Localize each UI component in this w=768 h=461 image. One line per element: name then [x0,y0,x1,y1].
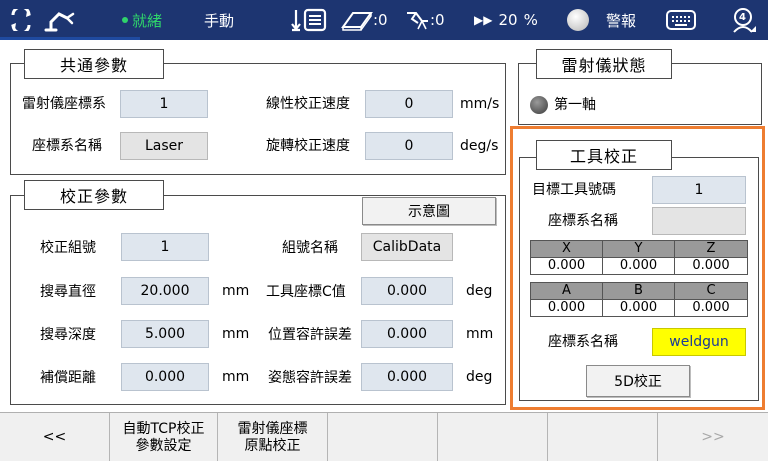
group-name-label: 組號名稱 [282,240,338,256]
tool-calib-title: 工具校正 [536,140,672,170]
empty-softkey-4[interactable] [328,413,438,461]
user-frame-indicator[interactable]: :0 [341,0,388,40]
linear-speed-label: 線性校正速度 [266,96,350,112]
xyz-table: X Y Z 0.000 0.000 0.000 [530,240,748,275]
pose-tol-label: 姿態容許誤差 [268,370,352,386]
tool-c-label: 工具座標C值 [266,284,346,300]
common-params-title: 共通參數 [24,49,164,79]
user-frame-icon [341,12,373,31]
b-header: B [603,283,675,300]
c-value: 0.000 [675,300,747,316]
main-content: 共通參數 雷射儀座標系 1 線性校正速度 0 mm/s 座標系名稱 Laser … [0,40,768,412]
result-frame-field[interactable]: weldgun [652,328,746,356]
group-name-field[interactable]: CalibData [361,233,453,261]
speed-indicator[interactable]: ▶▶ 20 % [474,0,538,40]
linear-speed-unit: mm/s [460,96,500,112]
tool-frame-value: :0 [430,11,445,29]
bottom-toolbar: << 自動TCP校正 參數設定 雷射儀座標 原點校正 >> [0,412,768,461]
pos-tol-label: 位置容許誤差 [268,327,352,343]
search-dia-label: 搜尋直徑 [40,284,96,300]
y-value: 0.000 [603,258,675,274]
b-value: 0.000 [603,300,675,316]
user-badge-count: 4 [739,12,746,23]
linear-speed-field[interactable]: 0 [365,90,453,118]
speed-unit: % [523,11,538,29]
group-no-field[interactable]: 1 [121,233,209,261]
c-header: C [675,283,747,300]
laser-frame-field[interactable]: 1 [120,90,208,118]
status-dot [122,17,128,23]
status-text: 就緒 [132,11,163,30]
rot-speed-unit: deg/s [460,138,499,154]
robot-arm-icon[interactable] [42,0,76,40]
comp-dist-unit: mm [222,369,250,385]
axis1-label: 第一軸 [554,97,596,113]
auto-tcp-line2: 參數設定 [135,437,192,454]
speed-value: 20 [498,11,518,29]
fast-forward-icon: ▶▶ [474,13,493,27]
x-header: X [531,241,603,258]
target-tool-field[interactable]: 1 [652,176,746,204]
tool-c-field[interactable]: 0.000 [361,277,453,305]
alarm-lamp-icon[interactable] [566,0,590,40]
keyboard-icon[interactable] [665,0,697,40]
tool-frame-indicator[interactable]: :0 [404,0,445,40]
empty-softkey-6[interactable] [548,413,658,461]
x-value: 0.000 [531,258,603,274]
rot-speed-field[interactable]: 0 [365,132,453,160]
calib-5d-button[interactable]: 5D校正 [586,365,690,397]
comp-dist-label: 補償距離 [40,370,96,386]
abc-table: A B C 0.000 0.000 0.000 [530,282,748,317]
tool-frame-name-field[interactable] [652,207,746,235]
axis1-status-lamp-icon [530,96,548,114]
laser-frame-label: 雷射儀座標系 [22,96,106,112]
mode-label[interactable]: 手動 [204,0,234,40]
group-no-label: 校正組號 [40,240,96,256]
y-header: Y [603,241,675,258]
tool-frame-name-label: 座標系名稱 [548,213,618,229]
search-depth-label: 搜尋深度 [40,327,96,343]
laser-origin-calib-button[interactable]: 雷射儀座標 原點校正 [218,413,328,461]
diagram-button[interactable]: 示意圖 [362,197,496,225]
user-badge-icon[interactable]: 4 [730,0,758,40]
search-dia-field[interactable]: 20.000 [121,277,209,305]
laser-origin-line1: 雷射儀座標 [237,420,308,437]
empty-softkey-5[interactable] [438,413,548,461]
result-frame-label: 座標系名稱 [548,334,618,350]
search-depth-unit: mm [222,326,250,342]
search-dia-unit: mm [222,283,250,299]
robot-connect-icon[interactable] [8,0,34,40]
auto-tcp-settings-button[interactable]: 自動TCP校正 參數設定 [110,413,218,461]
search-depth-field[interactable]: 5.000 [121,320,209,348]
frame-name-label: 座標系名稱 [32,138,102,154]
status-indicator: 就緒 [122,0,162,40]
pos-tol-field[interactable]: 0.000 [361,320,453,348]
calib-params-title: 校正參數 [24,180,164,210]
pos-tol-unit: mm [466,326,494,342]
prev-page-button[interactable]: << [0,413,110,461]
pose-tol-unit: deg [466,369,493,385]
a-value: 0.000 [531,300,603,316]
coordinate-menu-icon[interactable] [290,0,330,40]
a-header: A [531,283,603,300]
z-header: Z [675,241,747,258]
tool-frame-icon [407,12,428,30]
laser-origin-line2: 原點校正 [244,437,301,454]
rot-speed-label: 旋轉校正速度 [266,138,350,154]
auto-tcp-line1: 自動TCP校正 [122,420,205,437]
frame-name-field[interactable]: Laser [120,132,208,160]
top-status-bar: 就緒 手動 :0 :0 ▶▶ 20 % 警報 4 [0,0,768,40]
comp-dist-field[interactable]: 0.000 [121,363,209,391]
target-tool-label: 目標工具號碼 [532,182,616,198]
z-value: 0.000 [675,258,747,274]
tool-c-unit: deg [466,283,493,299]
laser-status-title: 雷射儀狀態 [536,49,672,79]
pose-tol-field[interactable]: 0.000 [361,363,453,391]
alarm-label[interactable]: 警報 [606,0,636,40]
next-page-button[interactable]: >> [658,413,768,461]
user-frame-value: :0 [373,11,388,29]
